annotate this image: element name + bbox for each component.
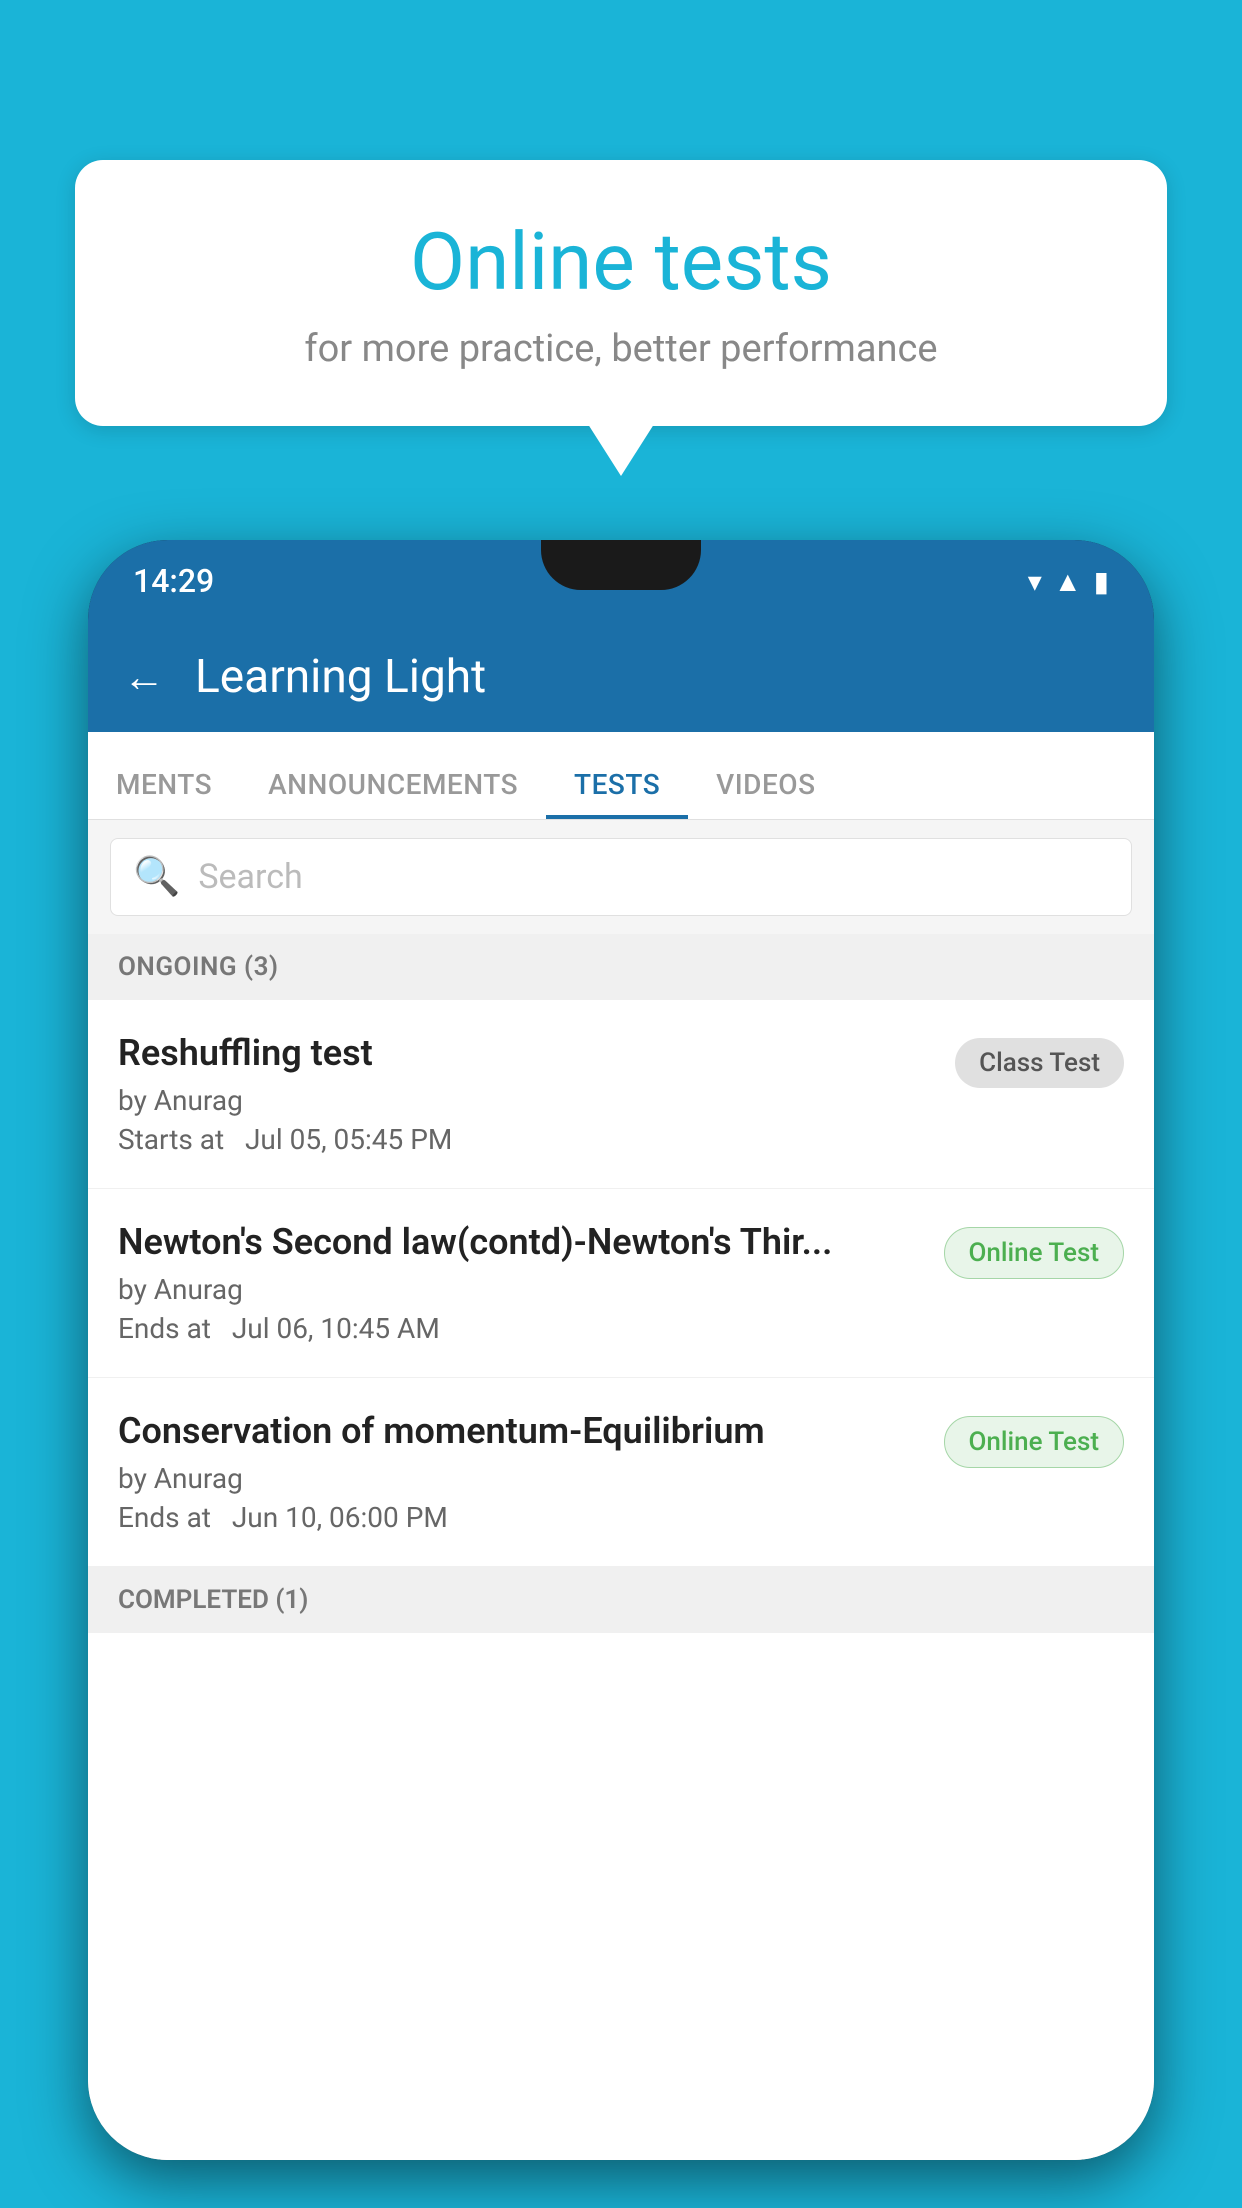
test-date: Ends at Jun 10, 06:00 PM	[118, 1501, 924, 1534]
test-by: by Anurag	[118, 1462, 924, 1495]
search-placeholder: Search	[198, 857, 302, 897]
tab-tests[interactable]: TESTS	[546, 732, 688, 819]
test-item[interactable]: Reshuffling test by Anurag Starts at Jul…	[88, 1000, 1154, 1189]
back-arrow-icon[interactable]: ←	[123, 653, 165, 702]
test-item[interactable]: Conservation of momentum-Equilibrium by …	[88, 1378, 1154, 1567]
test-date: Starts at Jul 05, 05:45 PM	[118, 1123, 935, 1156]
tab-announcements[interactable]: ANNOUNCEMENTS	[240, 732, 546, 819]
test-badge: Online Test	[944, 1416, 1125, 1468]
test-list: Reshuffling test by Anurag Starts at Jul…	[88, 1000, 1154, 2160]
test-by: by Anurag	[118, 1084, 935, 1117]
speech-bubble: Online tests for more practice, better p…	[75, 160, 1167, 426]
test-info: Reshuffling test by Anurag Starts at Jul…	[118, 1032, 935, 1156]
test-badge: Online Test	[944, 1227, 1125, 1279]
bubble-title: Online tests	[135, 215, 1107, 309]
bubble-subtitle: for more practice, better performance	[135, 327, 1107, 371]
test-name: Newton's Second law(contd)-Newton's Thir…	[118, 1221, 924, 1263]
phone-screen: ← Learning Light MENTS ANNOUNCEMENTS TES…	[88, 622, 1154, 2160]
phone-wrapper: 14:29 ▾ ▲ ▮ ← Learning Light MENTS ANNOU…	[88, 540, 1154, 2208]
tabs-bar: MENTS ANNOUNCEMENTS TESTS VIDEOS	[88, 732, 1154, 820]
status-time: 14:29	[133, 562, 214, 600]
search-icon: 🔍	[133, 855, 180, 899]
app-bar-title: Learning Light	[195, 650, 486, 704]
test-name: Reshuffling test	[118, 1032, 935, 1074]
completed-section-header: COMPLETED (1)	[88, 1567, 1154, 1633]
test-by: by Anurag	[118, 1273, 924, 1306]
test-date: Ends at Jul 06, 10:45 AM	[118, 1312, 924, 1345]
test-badge: Class Test	[955, 1038, 1124, 1088]
phone-notch	[541, 540, 701, 590]
tab-ments[interactable]: MENTS	[88, 732, 240, 819]
ongoing-section-header: ONGOING (3)	[88, 934, 1154, 1000]
test-info: Conservation of momentum-Equilibrium by …	[118, 1410, 924, 1534]
test-name: Conservation of momentum-Equilibrium	[118, 1410, 924, 1452]
search-container: 🔍 Search	[88, 820, 1154, 934]
wifi-icon: ▾	[1028, 565, 1042, 598]
test-info: Newton's Second law(contd)-Newton's Thir…	[118, 1221, 924, 1345]
search-input-wrapper[interactable]: 🔍 Search	[110, 838, 1132, 916]
status-icons: ▾ ▲ ▮	[1028, 565, 1109, 598]
battery-icon: ▮	[1094, 565, 1109, 598]
signal-icon: ▲	[1054, 565, 1082, 598]
phone-frame: 14:29 ▾ ▲ ▮ ← Learning Light MENTS ANNOU…	[88, 540, 1154, 2160]
app-bar: ← Learning Light	[88, 622, 1154, 732]
test-item[interactable]: Newton's Second law(contd)-Newton's Thir…	[88, 1189, 1154, 1378]
tab-videos[interactable]: VIDEOS	[688, 732, 843, 819]
